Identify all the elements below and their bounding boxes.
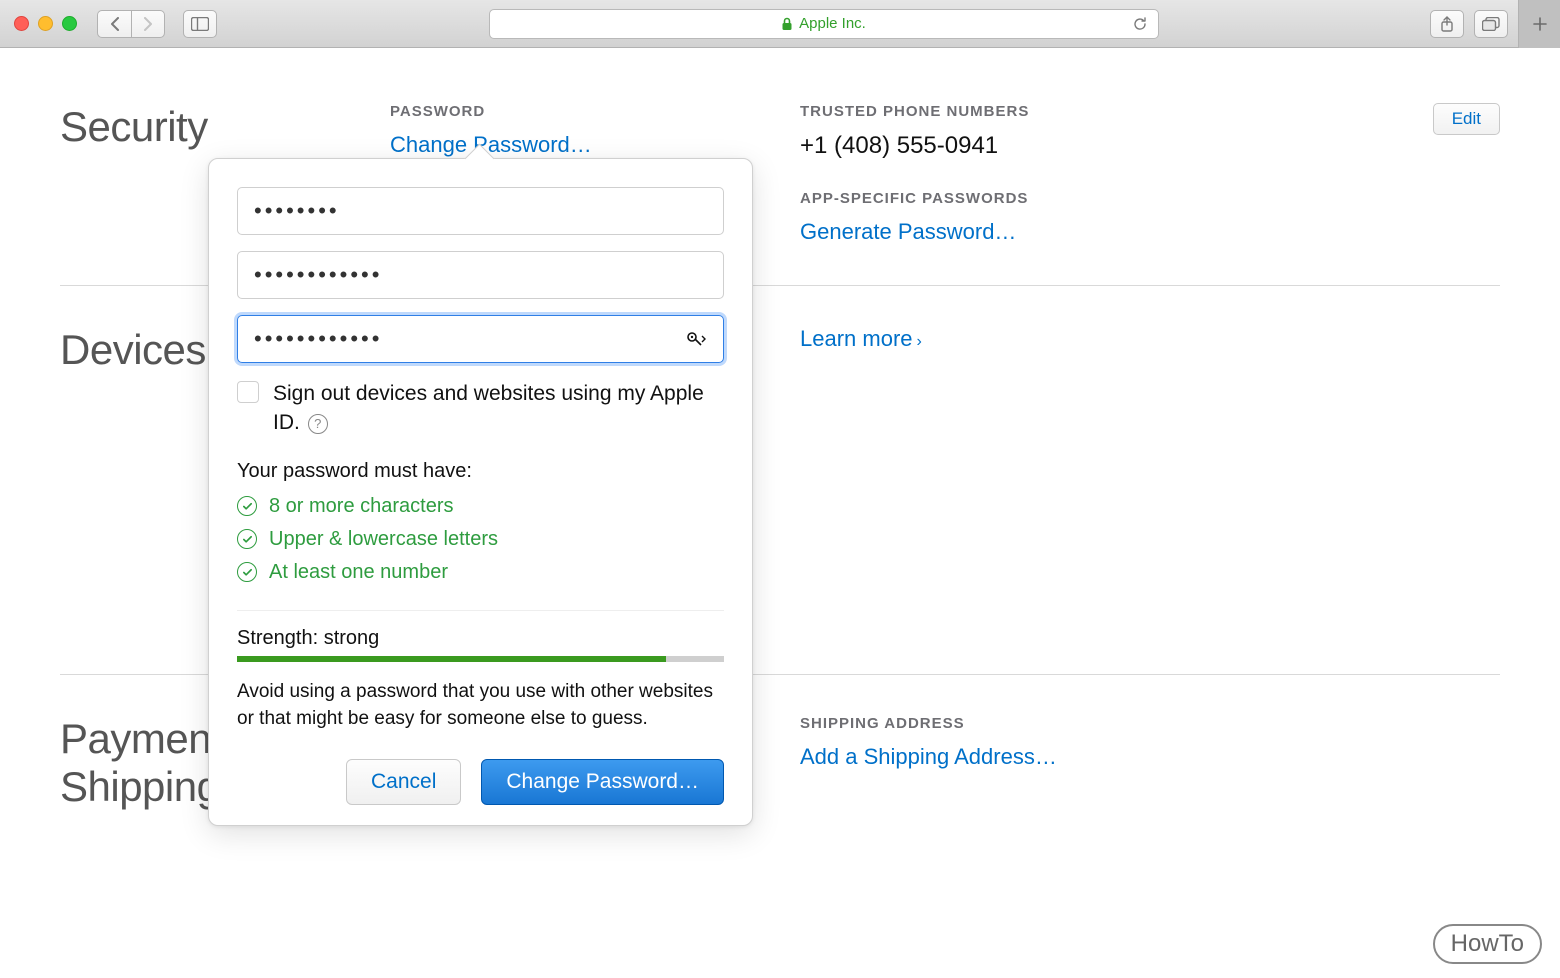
nav-buttons — [97, 10, 165, 38]
new-password-input[interactable]: •••••••••••• — [237, 251, 724, 299]
share-button[interactable] — [1430, 10, 1464, 38]
edit-button[interactable]: Edit — [1433, 103, 1500, 135]
learn-more-link[interactable]: Learn more› — [800, 326, 922, 351]
cancel-button[interactable]: Cancel — [346, 759, 461, 805]
req-number-label: At least one number — [269, 561, 448, 584]
trusted-phone-label: TRUSTED PHONE NUMBERS — [800, 103, 1433, 120]
sidebar-button[interactable] — [183, 10, 217, 38]
requirements-heading: Your password must have: — [237, 460, 724, 483]
password-label: PASSWORD — [390, 103, 800, 120]
back-button[interactable] — [97, 10, 131, 38]
url-site-name: Apple Inc. — [799, 15, 866, 32]
chevron-right-icon: › — [917, 333, 922, 350]
keychain-icon[interactable] — [687, 332, 707, 346]
current-password-input[interactable]: •••••••• — [237, 187, 724, 235]
app-specific-label: APP-SPECIFIC PASSWORDS — [800, 190, 1433, 207]
browser-toolbar: Apple Inc. — [0, 0, 1560, 48]
change-password-button[interactable]: Change Password… — [481, 759, 724, 805]
strength-label: Strength: strong — [237, 610, 724, 650]
new-password-mask: •••••••••••• — [254, 262, 382, 288]
current-password-mask: •••••••• — [254, 198, 340, 224]
req-length-label: 8 or more characters — [269, 495, 454, 518]
strength-fill — [237, 656, 666, 662]
password-advice: Avoid using a password that you use with… — [237, 678, 724, 733]
trusted-phone-value: +1 (408) 555-0941 — [800, 132, 1433, 160]
req-number: At least one number — [237, 561, 724, 584]
strength-meter — [237, 656, 724, 662]
confirm-password-mask: •••••••••••• — [254, 326, 382, 352]
signout-label: Sign out devices and websites using my A… — [273, 379, 724, 438]
signout-checkbox[interactable] — [237, 381, 259, 403]
refresh-icon[interactable] — [1132, 16, 1148, 32]
learn-more-label: Learn more — [800, 326, 913, 351]
req-length: 8 or more characters — [237, 495, 724, 518]
minimize-window-icon[interactable] — [38, 16, 53, 31]
shipping-label: SHIPPING ADDRESS — [800, 715, 1500, 732]
url-bar[interactable]: Apple Inc. — [489, 9, 1159, 39]
req-case-label: Upper & lowercase letters — [269, 528, 498, 551]
add-shipping-link[interactable]: Add a Shipping Address… — [800, 744, 1500, 770]
check-icon — [237, 496, 257, 516]
tabs-button[interactable] — [1474, 10, 1508, 38]
check-icon — [237, 529, 257, 549]
close-window-icon[interactable] — [14, 16, 29, 31]
forward-button[interactable] — [131, 10, 165, 38]
check-icon — [237, 562, 257, 582]
confirm-password-input[interactable]: •••••••••••• — [237, 315, 724, 363]
new-tab-button[interactable] — [1518, 0, 1560, 48]
req-case: Upper & lowercase letters — [237, 528, 724, 551]
fullscreen-window-icon[interactable] — [62, 16, 77, 31]
generate-password-link[interactable]: Generate Password… — [800, 219, 1433, 245]
watermark: HowTo — [1433, 924, 1542, 964]
change-password-popover: •••••••• •••••••••••• •••••••••••• Sign … — [208, 158, 753, 826]
help-icon[interactable]: ? — [308, 414, 328, 434]
lock-icon — [781, 17, 793, 31]
window-controls — [14, 16, 77, 31]
change-password-link[interactable]: Change Password… — [390, 132, 800, 158]
signout-label-text: Sign out devices and websites using my A… — [273, 382, 704, 434]
